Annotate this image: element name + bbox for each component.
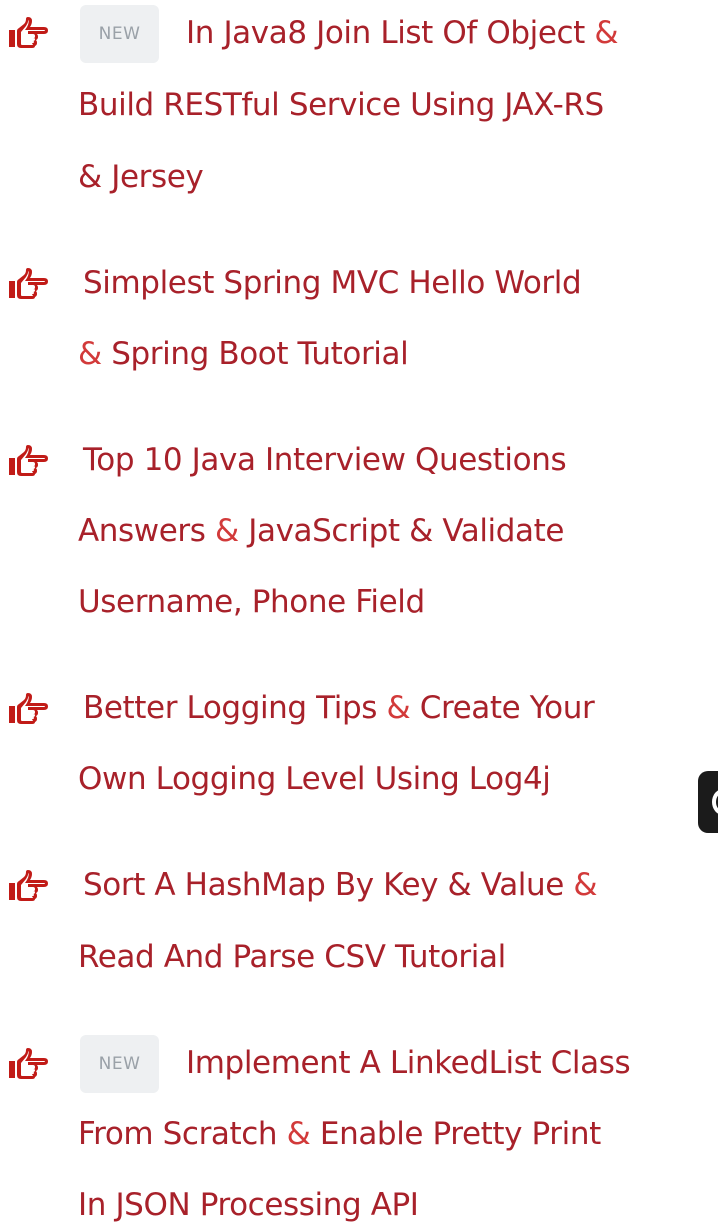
post-link-json-processing-api[interactable]: In JSON Processing API	[78, 1187, 419, 1223]
pointing-hand-icon	[6, 1047, 50, 1081]
pointing-hand-icon	[6, 444, 50, 478]
separator-ampersand: &	[386, 690, 411, 726]
inline-ampersand: &	[78, 159, 102, 195]
pointing-hand-icon	[6, 869, 50, 903]
separator-ampersand: &	[215, 513, 239, 549]
post-link-restful-service[interactable]: Build RESTful Service Using JAX-RS	[78, 87, 604, 123]
separator-ampersand: &	[78, 336, 102, 372]
post-link-own-logging-level[interactable]: Own Logging Level Using Log4j	[78, 761, 551, 797]
post-link-java-interview-answers[interactable]: Answers	[78, 513, 206, 549]
separator-ampersand: &	[573, 867, 598, 903]
new-badge: NEW	[80, 5, 159, 63]
post-link-sort-hashmap[interactable]: Sort A HashMap By Key & Value	[83, 867, 564, 903]
post-link-spring-boot-tutorial[interactable]: Spring Boot Tutorial	[111, 336, 408, 372]
pointing-hand-icon	[6, 16, 50, 50]
post-link-text: Jersey	[111, 159, 204, 195]
post-link-username-phone-field[interactable]: Username, Phone Field	[78, 584, 425, 620]
post-link-better-logging-tips[interactable]: Better Logging Tips	[83, 690, 377, 726]
post-link-restful-service-cont[interactable]: & Jersey	[78, 159, 204, 195]
post-link-java-interview-questions[interactable]: Top 10 Java Interview Questions	[83, 442, 567, 478]
pointing-hand-icon	[6, 267, 50, 301]
post-link-spring-mvc-hello-world[interactable]: Simplest Spring MVC Hello World	[83, 265, 582, 301]
post-link-create-your[interactable]: Create Your	[420, 690, 595, 726]
post-link-java8-join-list[interactable]: In Java8 Join List Of Object	[186, 15, 585, 51]
post-link-implement-linkedlist[interactable]: Implement A LinkedList Class	[186, 1045, 631, 1081]
post-link-read-parse-csv[interactable]: Read And Parse CSV Tutorial	[78, 939, 506, 975]
floating-widget-button[interactable]	[698, 771, 718, 833]
separator-ampersand: &	[594, 15, 619, 51]
post-link-javascript-validate[interactable]: JavaScript & Validate	[248, 513, 564, 549]
separator-ampersand: &	[286, 1116, 311, 1152]
widget-icon	[712, 789, 718, 815]
pointing-hand-icon	[6, 692, 50, 726]
post-link-from-scratch[interactable]: From Scratch	[78, 1116, 278, 1152]
new-badge: NEW	[80, 1035, 159, 1093]
post-link-enable-pretty-print[interactable]: Enable Pretty Print	[320, 1116, 601, 1152]
